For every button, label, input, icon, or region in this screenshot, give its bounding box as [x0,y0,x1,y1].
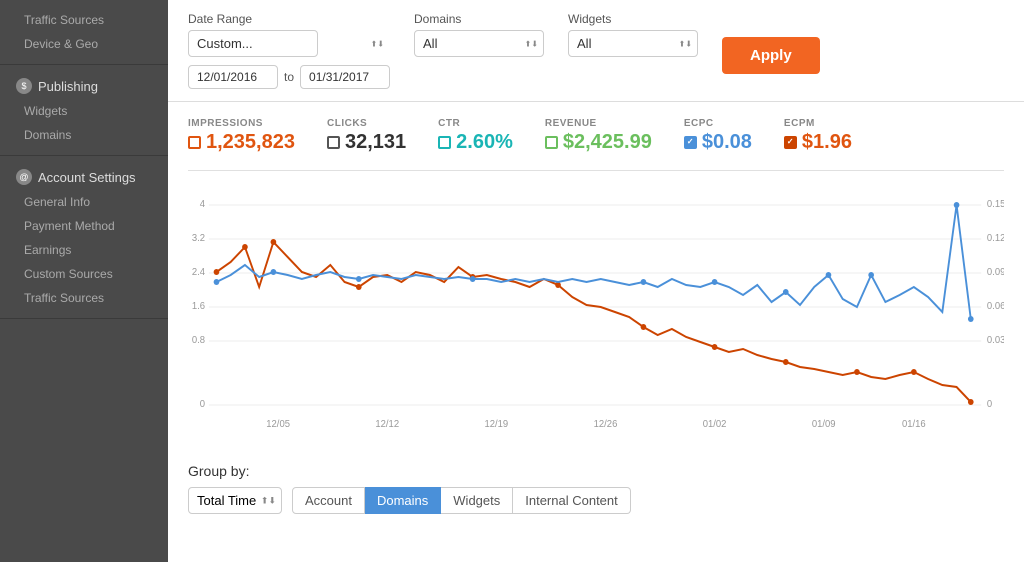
sidebar-item-domains[interactable]: Domains [0,123,168,147]
svg-text:01/02: 01/02 [703,419,727,430]
group-select-wrapper: Total Time Day Week Month ⬆⬇ [188,487,282,514]
sidebar-item-general-info[interactable]: General Info [0,190,168,214]
sidebar-item-traffic-sources[interactable]: Traffic Sources [0,8,168,32]
ecpc-icon [684,136,697,149]
stats-divider [188,170,1004,171]
date-range-select-wrapper: Custom... Last 7 days Last 30 days This … [188,30,390,57]
clicks-icon [327,136,340,149]
widgets-label: Widgets [568,12,698,26]
svg-text:1.6: 1.6 [192,301,205,312]
tab-widgets[interactable]: Widgets [441,487,513,514]
svg-text:01/16: 01/16 [902,419,926,430]
stat-ecpc: eCPC $0.08 [684,118,752,154]
svg-text:12/05: 12/05 [266,419,290,430]
revenue-icon [545,136,558,149]
stat-revenue: REVENUE $2,425.99 [545,118,652,154]
ctr-label: CTR [438,118,513,129]
stat-clicks: CLICKS 32,131 [327,118,406,154]
group-by-select[interactable]: Total Time Day Week Month [188,487,282,514]
ecpm-icon [784,136,797,149]
sidebar-item-device-geo[interactable]: Device & Geo [0,32,168,56]
domains-field: Domains All [414,12,544,57]
impressions-icon [188,136,201,149]
svg-text:4: 4 [200,199,206,210]
svg-text:0: 0 [987,399,993,410]
apply-button[interactable]: Apply [722,37,820,74]
topbar: Date Range Custom... Last 7 days Last 30… [168,0,1024,102]
sidebar-section-account: @ Account Settings General Info Payment … [0,156,168,319]
impressions-value: 1,235,823 [188,131,295,154]
svg-text:12/12: 12/12 [375,419,399,430]
svg-text:2.4: 2.4 [192,267,206,278]
group-by-section: Group by: Total Time Day Week Month ⬆⬇ A… [188,463,1004,514]
dollar-icon: $ [16,78,32,94]
main-content: Date Range Custom... Last 7 days Last 30… [168,0,1024,562]
svg-text:0.15: 0.15 [987,199,1004,210]
revenue-label: REVENUE [545,118,652,129]
svg-text:0.12: 0.12 [987,233,1004,244]
svg-text:12/26: 12/26 [594,419,618,430]
domains-select-wrapper: All [414,30,544,57]
date-range-row: to [188,65,390,89]
from-date-input[interactable] [188,65,278,89]
sidebar-item-account-settings[interactable]: @ Account Settings [0,164,168,190]
chart-svg: 4 3.2 2.4 1.6 0.8 0 0.15 0.12 0.09 0.06 … [188,187,1004,447]
svg-text:0: 0 [200,399,206,410]
sidebar-publishing-label: Publishing [38,79,98,94]
svg-text:0.8: 0.8 [192,335,205,346]
stat-ctr: CTR 2.60% [438,118,513,154]
stat-ecpm: eCPM $1.96 [784,118,852,154]
sidebar-item-widgets[interactable]: Widgets [0,99,168,123]
group-by-label: Group by: [188,463,1004,479]
sidebar-section-publishing: $ Publishing Widgets Domains [0,65,168,156]
date-range-label: Date Range [188,12,390,26]
svg-text:0.06: 0.06 [987,301,1004,312]
svg-text:12/19: 12/19 [485,419,509,430]
stat-impressions: IMPRESSIONS 1,235,823 [188,118,295,154]
tab-internal-content[interactable]: Internal Content [513,487,631,514]
sidebar-item-publishing[interactable]: $ Publishing [0,73,168,99]
user-icon: @ [16,169,32,185]
chart-container: 4 3.2 2.4 1.6 0.8 0 0.15 0.12 0.09 0.06 … [188,187,1004,447]
sidebar-section-traffic: Traffic Sources Device & Geo [0,0,168,65]
clicks-value: 32,131 [327,131,406,154]
clicks-label: CLICKS [327,118,406,129]
sidebar-item-earnings[interactable]: Earnings [0,238,168,262]
ctr-icon [438,136,451,149]
widgets-select-wrapper: All [568,30,698,57]
sidebar-item-custom-sources[interactable]: Custom Sources [0,262,168,286]
widgets-select[interactable]: All [568,30,698,57]
stats-row: IMPRESSIONS 1,235,823 CLICKS 32,131 CTR … [188,118,1004,154]
svg-text:3.2: 3.2 [192,233,205,244]
date-range-select[interactable]: Custom... Last 7 days Last 30 days This … [188,30,318,57]
tab-domains[interactable]: Domains [365,487,441,514]
ctr-value: 2.60% [438,131,513,154]
ecpc-value: $0.08 [684,131,752,154]
tab-account[interactable]: Account [292,487,365,514]
svg-text:01/09: 01/09 [812,419,836,430]
svg-text:0.09: 0.09 [987,267,1004,278]
revenue-value: $2,425.99 [545,131,652,154]
date-range-field: Date Range Custom... Last 7 days Last 30… [188,12,390,89]
tab-group: Account Domains Widgets Internal Content [292,487,631,514]
sidebar: Traffic Sources Device & Geo $ Publishin… [0,0,168,562]
sidebar-account-label: Account Settings [38,170,136,185]
svg-text:0.03: 0.03 [987,335,1004,346]
sidebar-item-traffic-sources-2[interactable]: Traffic Sources [0,286,168,310]
to-date-input[interactable] [300,65,390,89]
ecpm-label: eCPM [784,118,852,129]
group-by-controls: Total Time Day Week Month ⬆⬇ Account Dom… [188,487,1004,514]
to-label: to [284,70,294,84]
domains-label: Domains [414,12,544,26]
domains-select[interactable]: All [414,30,544,57]
sidebar-item-payment-method[interactable]: Payment Method [0,214,168,238]
impressions-label: IMPRESSIONS [188,118,295,129]
widgets-field: Widgets All [568,12,698,57]
ecpc-label: eCPC [684,118,752,129]
content-area: IMPRESSIONS 1,235,823 CLICKS 32,131 CTR … [168,102,1024,562]
ecpm-value: $1.96 [784,131,852,154]
